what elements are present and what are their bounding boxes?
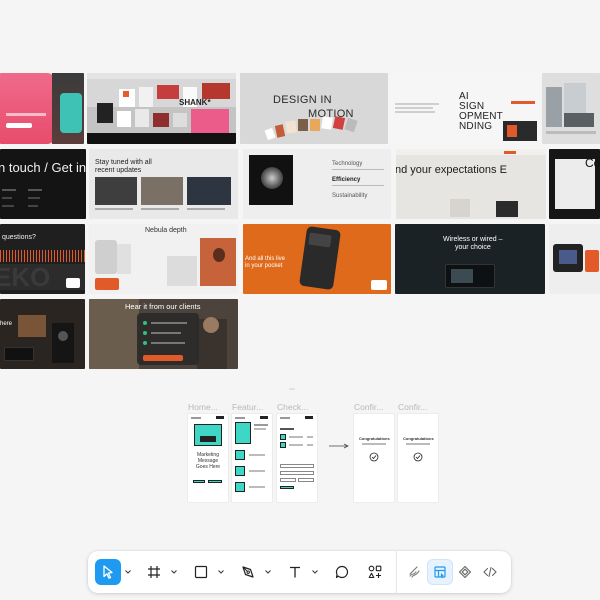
text-t-icon [290, 566, 300, 578]
tile-technology-item2: Efficiency [332, 177, 361, 183]
check-circle-icon [369, 452, 379, 462]
moodboard-tile-expectations[interactable]: nd your expectations E [396, 149, 546, 219]
flow-arrow [329, 443, 349, 449]
tile-technology-item1: Technology [332, 161, 363, 167]
text-tool-dropdown[interactable] [311, 566, 319, 578]
diamond-icon [458, 565, 472, 579]
chevron-down-icon [265, 570, 271, 574]
toolbar-separator [396, 551, 397, 593]
design-mode-button[interactable] [427, 559, 453, 585]
tile-stay-tuned-line1: Stay tuned with all [95, 159, 152, 166]
shape-tool-button[interactable] [188, 559, 214, 585]
shape-tool-dropdown[interactable] [217, 566, 225, 578]
tile-nebula-depth-text: Nebula depth [145, 227, 187, 234]
actions-tool-button[interactable] [362, 559, 388, 585]
pen-tool-button[interactable] [235, 559, 261, 585]
chevron-down-icon [171, 570, 177, 574]
moodboard-tile-ai-design[interactable]: AI SIGN OPMENT NDING [391, 73, 539, 144]
moodboard-tile-devices[interactable] [549, 224, 600, 294]
moodboard-tile-building[interactable] [542, 73, 600, 144]
tile-questions-text: questions? [2, 234, 36, 241]
dev-mode-button[interactable] [477, 559, 503, 585]
frame-title-checkout[interactable]: Check... [277, 402, 308, 412]
tile-expectations-text: nd your expectations E [396, 164, 507, 176]
design-layout-icon [434, 566, 446, 579]
frame-tool-dropdown[interactable] [170, 566, 178, 578]
draw-mode-button[interactable] [402, 559, 428, 585]
comment-tool-button[interactable] [329, 559, 355, 585]
cursor-arrow-icon [103, 565, 113, 579]
tile-wireless-line2: your choice [455, 244, 491, 251]
confirm-2-congrats: Congratulations [403, 436, 434, 441]
frame-tool-button[interactable] [141, 559, 167, 585]
frame-title-features[interactable]: Featur... [232, 402, 263, 412]
moodboard-tile-co[interactable]: Co [549, 149, 600, 219]
frame-features[interactable] [232, 414, 272, 502]
text-tool-button[interactable] [282, 559, 308, 585]
component-mode-button[interactable] [452, 559, 478, 585]
frame-checkout[interactable] [277, 414, 317, 502]
design-canvas[interactable]: SHANK* DESIGN IN MOTION AI SIGN OPMENT N… [0, 0, 600, 600]
moodboard-tile-technology[interactable]: Technology Efficiency Sustainability [243, 149, 391, 219]
frame-title-home[interactable]: Home... [188, 402, 218, 412]
tile-ai-line4: NDING [459, 121, 493, 132]
check-circle-icon [413, 452, 423, 462]
tile-ai-design-text: AI SIGN OPMENT NDING [459, 92, 503, 132]
chevron-down-icon [312, 570, 318, 574]
pen-nib-icon [242, 566, 254, 578]
rectangle-icon [194, 565, 208, 579]
chevron-down-icon [218, 570, 224, 574]
moodboard-tile-testimonials[interactable]: Hear it from our clients [89, 299, 238, 369]
features-hero-image [235, 422, 251, 444]
moodboard-tile-nebula-depth[interactable]: Nebula depth [89, 224, 238, 294]
chevron-down-icon [125, 570, 131, 574]
frame-confirm-1[interactable]: Congratulations [354, 414, 394, 502]
tile-wireless-line1: Wireless or wired – [443, 236, 503, 243]
code-brackets-icon [483, 566, 497, 578]
home-hero-image [194, 424, 222, 446]
tile-motion-line1: DESIGN IN [273, 94, 332, 106]
move-tool-dropdown[interactable] [124, 566, 132, 578]
moodboard-tile-wireless[interactable]: Wireless or wired – your choice [395, 224, 545, 294]
shapes-plus-icon [368, 565, 382, 579]
section-divider-handle[interactable] [289, 388, 295, 390]
bottom-toolbar [88, 551, 511, 593]
tile-stay-tuned-line2: recent updates [95, 167, 142, 174]
tile-questions-bg-text: EKO [0, 262, 51, 292]
moodboard-tile-stay-tuned[interactable]: Stay tuned with all recent updates [89, 149, 238, 219]
tile-pocket-line1: And all this live [245, 256, 286, 262]
pen-tool-dropdown[interactable] [264, 566, 272, 578]
hash-frame-icon [148, 566, 160, 578]
tile-shank-headline: SHANK* [179, 98, 211, 107]
moodboard-tile-questions[interactable]: questions? EKO [0, 224, 85, 294]
frame-title-confirm-2[interactable]: Confir... [398, 402, 427, 412]
frame-confirm-2[interactable]: Congratulations [398, 414, 438, 502]
home-hero-message: Marketing Message Goes Here [195, 452, 221, 470]
tile-technology-item3: Sustainability [332, 193, 368, 199]
frame-home[interactable]: Marketing Message Goes Here [188, 414, 228, 502]
tile-get-in-touch-text: n touch / Get in [0, 160, 86, 175]
moodboard-tile-get-in-touch[interactable]: n touch / Get in [0, 149, 86, 219]
moodboard-tile-shank[interactable]: SHANK* [87, 73, 236, 144]
moodboard-tile-studio[interactable]: here [0, 299, 85, 369]
move-tool-button[interactable] [95, 559, 121, 585]
tile-pocket-line2: in your pocket [245, 263, 283, 269]
confirm-1-congrats: Congratulations [359, 436, 390, 441]
speech-bubble-icon [335, 565, 349, 579]
tile-testimonials-title: Hear it from our clients [125, 302, 201, 311]
moodboard-tile-design-in-motion[interactable]: DESIGN IN MOTION [240, 73, 388, 144]
tile-studio-text: here [0, 321, 13, 327]
moodboard-tile-pocket[interactable]: And all this live in your pocket [243, 224, 391, 294]
moodboard-tile-phone-pink[interactable] [0, 73, 84, 144]
draw-pencil-icon [409, 566, 420, 578]
tile-co-text: Co [585, 156, 600, 170]
frame-title-confirm-1[interactable]: Confir... [354, 402, 383, 412]
